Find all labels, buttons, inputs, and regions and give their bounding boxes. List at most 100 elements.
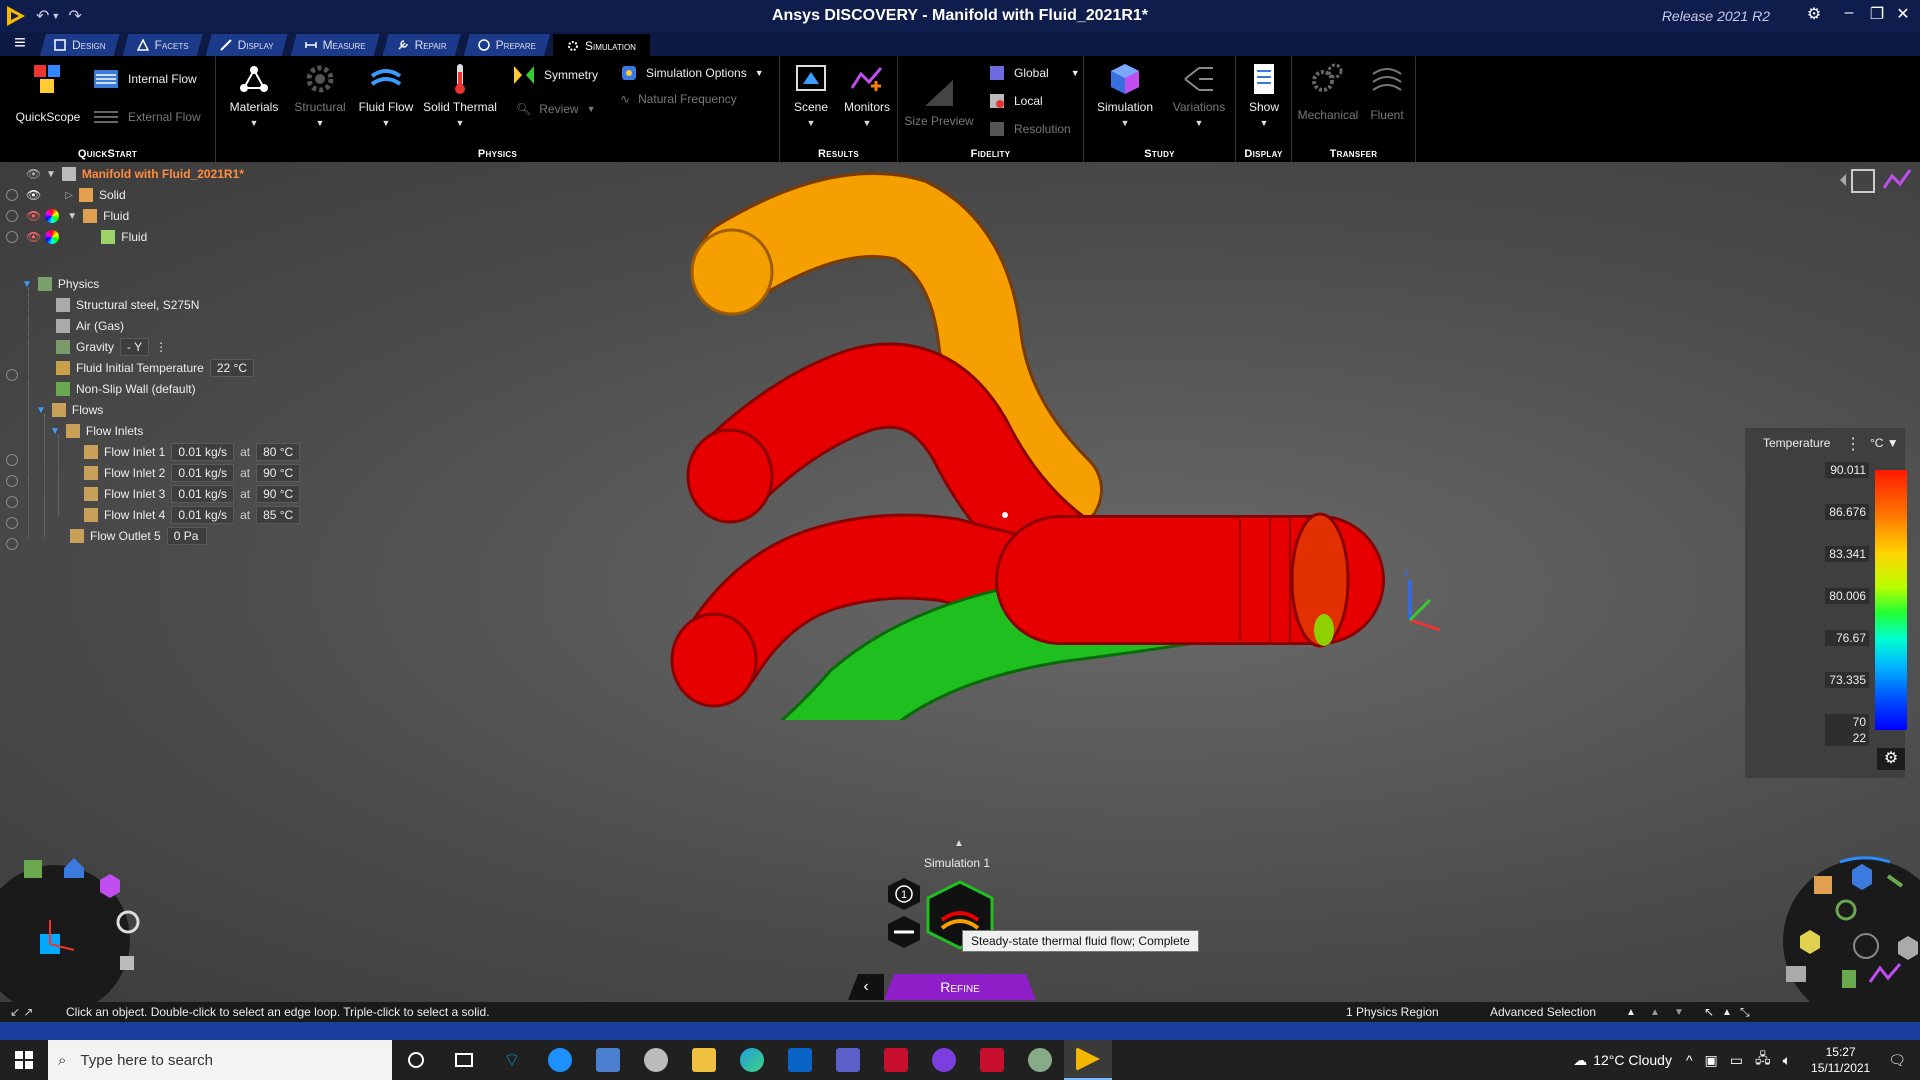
size-preview-button[interactable]: Size Preview — [902, 76, 976, 128]
inlet-2-rate-field[interactable]: 0.01 kg/s — [171, 464, 235, 482]
symmetry-button[interactable]: Symmetry — [512, 64, 598, 86]
previous-stage-button[interactable]: ‹ — [848, 974, 884, 1000]
settings-icon[interactable]: ⚙ — [1803, 4, 1825, 24]
inlet-4-rate-field[interactable]: 0.01 kg/s — [171, 506, 235, 524]
visibility-toggle-icon[interactable]: 👁︎ — [26, 167, 41, 181]
review-button[interactable]: 🔍︎ Review ▼ — [516, 102, 596, 116]
clock[interactable]: 15:27 15/11/2021 — [1811, 1044, 1870, 1076]
legend-settings-icon[interactable]: ⚙ — [1877, 748, 1905, 770]
tree-flow-outlet-5[interactable]: Flow Outlet 50 Pa — [70, 526, 207, 546]
tree-flow-inlets[interactable]: ▼ Flow Inlets — [50, 421, 143, 441]
eye-icon[interactable]: 👁︎ — [26, 188, 41, 202]
expand-up-icon[interactable]: ▲ — [954, 838, 964, 849]
restore-icon[interactable]: ❐ — [1866, 4, 1888, 24]
network-icon[interactable]: 🖧︎ — [1755, 1048, 1771, 1072]
app-q-icon[interactable] — [920, 1040, 968, 1080]
volume-icon[interactable]: 🔈︎ — [1783, 1052, 1791, 1069]
menu-icon[interactable]: ≡ — [0, 32, 40, 56]
simulation-study-button[interactable]: Simulation ▼ — [1088, 62, 1162, 128]
simulation-options-button[interactable]: Simulation Options ▼ — [620, 64, 764, 82]
expand-icon[interactable]: ▼ — [46, 169, 56, 180]
tree-material-steel[interactable]: Structural steel, S275N — [56, 295, 199, 315]
legend-options-icon[interactable]: ⋮ — [1845, 434, 1861, 454]
notifications-icon[interactable]: 🗨︎ — [1888, 1052, 1906, 1069]
tool-wheel[interactable] — [1770, 846, 1920, 1006]
legend-tick[interactable]: 90.011 — [1825, 462, 1869, 478]
solid-thermal-button[interactable]: Solid Thermal ▼ — [420, 62, 500, 128]
tab-facets[interactable]: Facets — [123, 34, 203, 56]
minimize-icon[interactable]: – — [1838, 4, 1860, 22]
inlet-4-visibility-icon[interactable] — [6, 517, 18, 529]
outlet-visibility-icon[interactable] — [6, 538, 18, 550]
tab-prepare[interactable]: Prepare — [464, 34, 550, 56]
clip-icon[interactable] — [1842, 970, 1856, 988]
resolution-button[interactable]: Resolution — [988, 120, 1071, 138]
edge-icon[interactable] — [728, 1040, 776, 1080]
legend-unit-select[interactable]: °C ▼ — [1870, 436, 1899, 450]
tree-material-air[interactable]: Air (Gas) — [56, 316, 124, 336]
view-navigation-wheel[interactable] — [0, 850, 160, 1010]
quickscope-button[interactable]: QuickScope — [10, 62, 86, 124]
internal-flow-button[interactable]: Internal Flow — [92, 66, 197, 92]
fluid-flow-button[interactable]: Fluid Flow ▼ — [354, 62, 418, 128]
local-fidelity-button[interactable]: Local — [988, 92, 1043, 110]
select-up-icon[interactable]: ▲ — [1722, 1007, 1732, 1018]
ansys-logo-icon[interactable] — [4, 4, 28, 28]
internet-explorer-icon[interactable] — [536, 1040, 584, 1080]
tree-flow-inlet-4[interactable]: Flow Inlet 4 0.01 kg/s at 85 °C — [84, 505, 301, 525]
structural-button[interactable]: Structural ▼ — [288, 62, 352, 128]
legend-tick[interactable]: 22 — [1825, 730, 1869, 746]
scene-button[interactable]: Scene ▼ — [784, 62, 838, 128]
tab-design[interactable]: Design — [40, 34, 120, 56]
manifold-model[interactable] — [640, 160, 1400, 720]
home-view-icon[interactable] — [64, 858, 84, 878]
select-pointer-icon[interactable]: ↖ — [1704, 1005, 1714, 1019]
start-button[interactable] — [0, 1040, 48, 1080]
materials-button[interactable]: Materials ▼ — [222, 62, 286, 128]
inlet-4-temp-field[interactable]: 85 °C — [256, 506, 301, 524]
app-icon[interactable] — [1016, 1040, 1064, 1080]
teams-icon[interactable] — [824, 1040, 872, 1080]
undo-dropdown-icon[interactable]: ▼ — [51, 11, 60, 21]
advanced-selection-button[interactable]: Advanced Selection — [1490, 1005, 1596, 1019]
app-icon[interactable] — [632, 1040, 680, 1080]
inlet-2-visibility-icon[interactable] — [6, 475, 18, 487]
show-button[interactable]: Show ▼ — [1240, 62, 1288, 128]
color-wheel-icon[interactable] — [45, 230, 60, 244]
tab-repair[interactable]: Repair — [383, 34, 461, 56]
refine-button[interactable]: Refine — [884, 974, 1036, 1000]
image-icon[interactable] — [1786, 966, 1806, 982]
inlet-2-temp-field[interactable]: 90 °C — [256, 464, 301, 482]
monitors-button[interactable]: Monitors ▼ — [838, 62, 896, 128]
tree-flow-inlet-2[interactable]: Flow Inlet 2 0.01 kg/s at 90 °C — [84, 463, 301, 483]
tree-flow-inlet-1[interactable]: Flow Inlet 1 0.01 kg/s at 80 °C — [84, 442, 301, 462]
fluid-temp-field[interactable]: 22 °C — [209, 359, 254, 377]
monitor-chart-icon[interactable] — [1882, 169, 1912, 189]
wifi-icon[interactable]: ⌔ — [488, 1040, 536, 1080]
collapse-arrow-icon[interactable] — [1840, 174, 1846, 186]
ansys-discovery-taskbar-icon[interactable] — [1064, 1040, 1112, 1080]
tree-flow-inlet-3[interactable]: Flow Inlet 3 0.01 kg/s at 90 °C — [84, 484, 301, 504]
show-hidden-icons-icon[interactable]: ^ — [1686, 1052, 1693, 1068]
visibility-circle-icon[interactable] — [6, 231, 18, 243]
mechanical-button[interactable]: Mechanical — [1296, 62, 1360, 122]
color-wheel-icon[interactable] — [45, 209, 60, 223]
inlet-3-rate-field[interactable]: 0.01 kg/s — [171, 485, 235, 503]
calculator-icon[interactable] — [584, 1040, 632, 1080]
solidworks-2021-icon[interactable] — [872, 1040, 920, 1080]
outlook-icon[interactable] — [776, 1040, 824, 1080]
inlet-1-visibility-icon[interactable] — [6, 454, 18, 466]
solidworks-2022-icon[interactable] — [968, 1040, 1016, 1080]
natural-frequency-button[interactable]: ∿ Natural Frequency — [620, 92, 737, 106]
visibility-circle-icon[interactable] — [6, 210, 18, 222]
expand-icon[interactable]: ▼ — [67, 211, 77, 222]
tree-fluid-initial-temp[interactable]: Fluid Initial Temperature 22 °C — [56, 358, 254, 378]
undo-icon[interactable]: ↶ — [36, 6, 49, 26]
visibility-circle-icon[interactable] — [6, 189, 18, 201]
gravity-direction-field[interactable]: - Y — [120, 338, 150, 356]
arrow-up-icon[interactable]: ▲ — [1650, 1007, 1660, 1018]
expand-up-icon[interactable]: ▲ — [1626, 1007, 1636, 1018]
select-mode-icon[interactable]: ⤡ — [1740, 1005, 1750, 1020]
tab-display[interactable]: Display — [206, 34, 288, 56]
tree-fluid-body[interactable]: 👁︎ Fluid — [6, 227, 147, 247]
